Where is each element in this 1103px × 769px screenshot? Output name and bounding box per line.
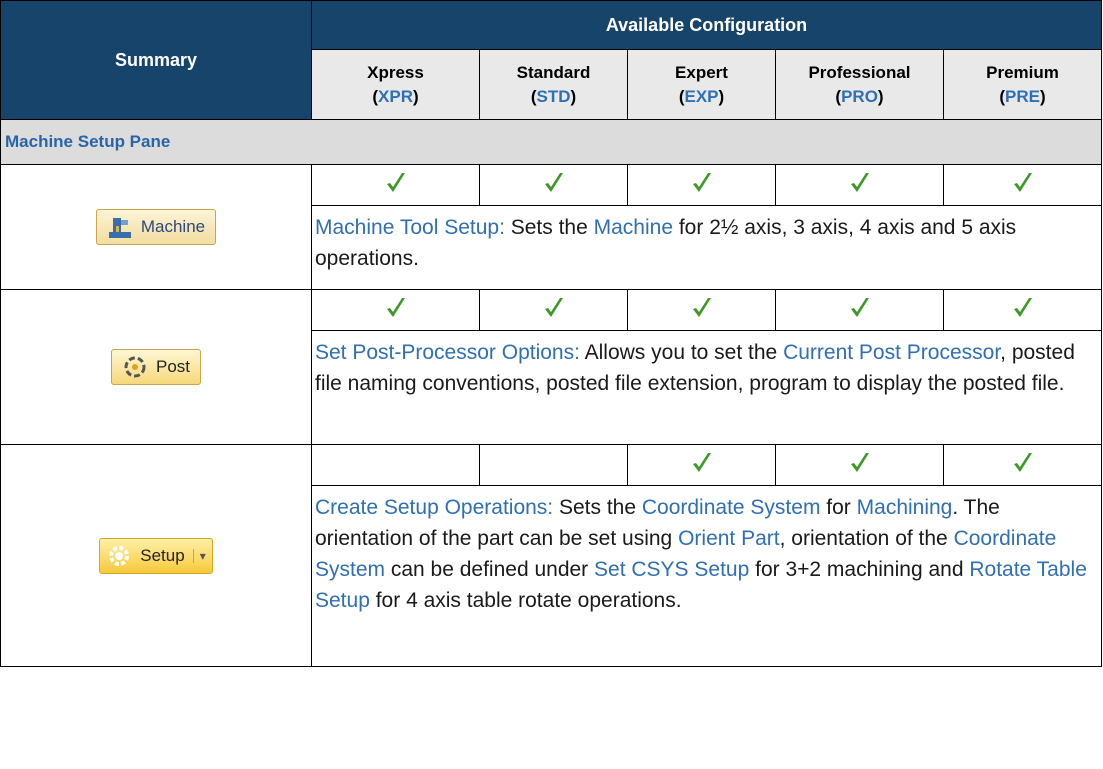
current-post-processor-link[interactable]: Current Post Processor [783,341,1000,364]
setup-button-label: Setup [140,545,185,565]
check-cell [627,289,776,331]
check-cell [479,289,628,331]
check-cell [942,289,1103,331]
check-icon [544,297,563,317]
check-icon [692,297,711,317]
check-cell [311,164,480,206]
check-cell [311,444,480,486]
available-configuration-header: Available Configuration [310,0,1103,50]
machine-row-icon-cell: Machine [0,164,312,290]
check-icon [850,452,869,472]
summary-header: Summary [0,0,312,120]
machine-button[interactable]: Machine [95,209,217,245]
check-icon [386,297,405,317]
orient-part-link[interactable]: Orient Part [678,527,780,550]
check-cell [311,289,480,331]
check-cell [775,289,944,331]
tier-premium: Premium (PRE) [942,49,1103,120]
coordinate-system-link[interactable]: Coordinate System [642,496,821,519]
check-icon [1013,172,1032,192]
check-cell [479,164,628,206]
check-cell [627,164,776,206]
create-setup-operations-link[interactable]: Create Setup Operations: [315,496,553,519]
setup-row-icon-cell: Setup ▾ [0,444,312,667]
set-csys-setup-link[interactable]: Set CSYS Setup [594,558,749,581]
check-icon [850,297,869,317]
setup-gear-icon [109,545,130,566]
check-cell [775,164,944,206]
check-cell [627,444,776,486]
setup-description: Create Setup Operations: Sets the Coordi… [310,485,1103,667]
set-post-processor-options-link[interactable]: Set Post-Processor Options: [315,341,580,364]
check-icon [544,172,563,192]
setup-button[interactable]: Setup ▾ [99,537,213,574]
check-icon [1013,297,1032,317]
post-button-label: Post [155,357,191,376]
post-row-icon-cell: Post [0,289,312,445]
machine-icon [108,218,131,238]
machine-tool-setup-link[interactable]: Machine Tool Setup: [315,216,505,239]
tier-professional: Professional (PRO) [775,49,944,120]
check-icon [386,172,405,192]
post-icon [124,356,146,378]
chevron-down-icon[interactable]: ▾ [192,548,212,563]
check-icon [1013,452,1032,472]
check-cell [942,444,1103,486]
machine-button-label: Machine [140,217,206,236]
machining-link[interactable]: Machining [857,496,953,519]
check-icon [850,172,869,192]
check-cell [775,444,944,486]
check-cell [479,444,628,486]
check-cell [942,164,1103,206]
tier-standard: Standard (STD) [479,49,628,120]
tier-expert: Expert (EXP) [627,49,776,120]
check-icon [692,452,711,472]
tier-xpress: Xpress (XPR) [311,49,480,120]
check-icon [692,172,711,192]
machine-link[interactable]: Machine [594,216,673,239]
machine-description: Machine Tool Setup: Sets the Machine for… [310,205,1103,290]
post-button[interactable]: Post [110,349,202,385]
post-description: Set Post-Processor Options: Allows you t… [310,330,1103,445]
configuration-table: Summary Available Configuration Xpress (X… [0,0,1103,667]
section-title: Machine Setup Pane [0,119,1103,165]
